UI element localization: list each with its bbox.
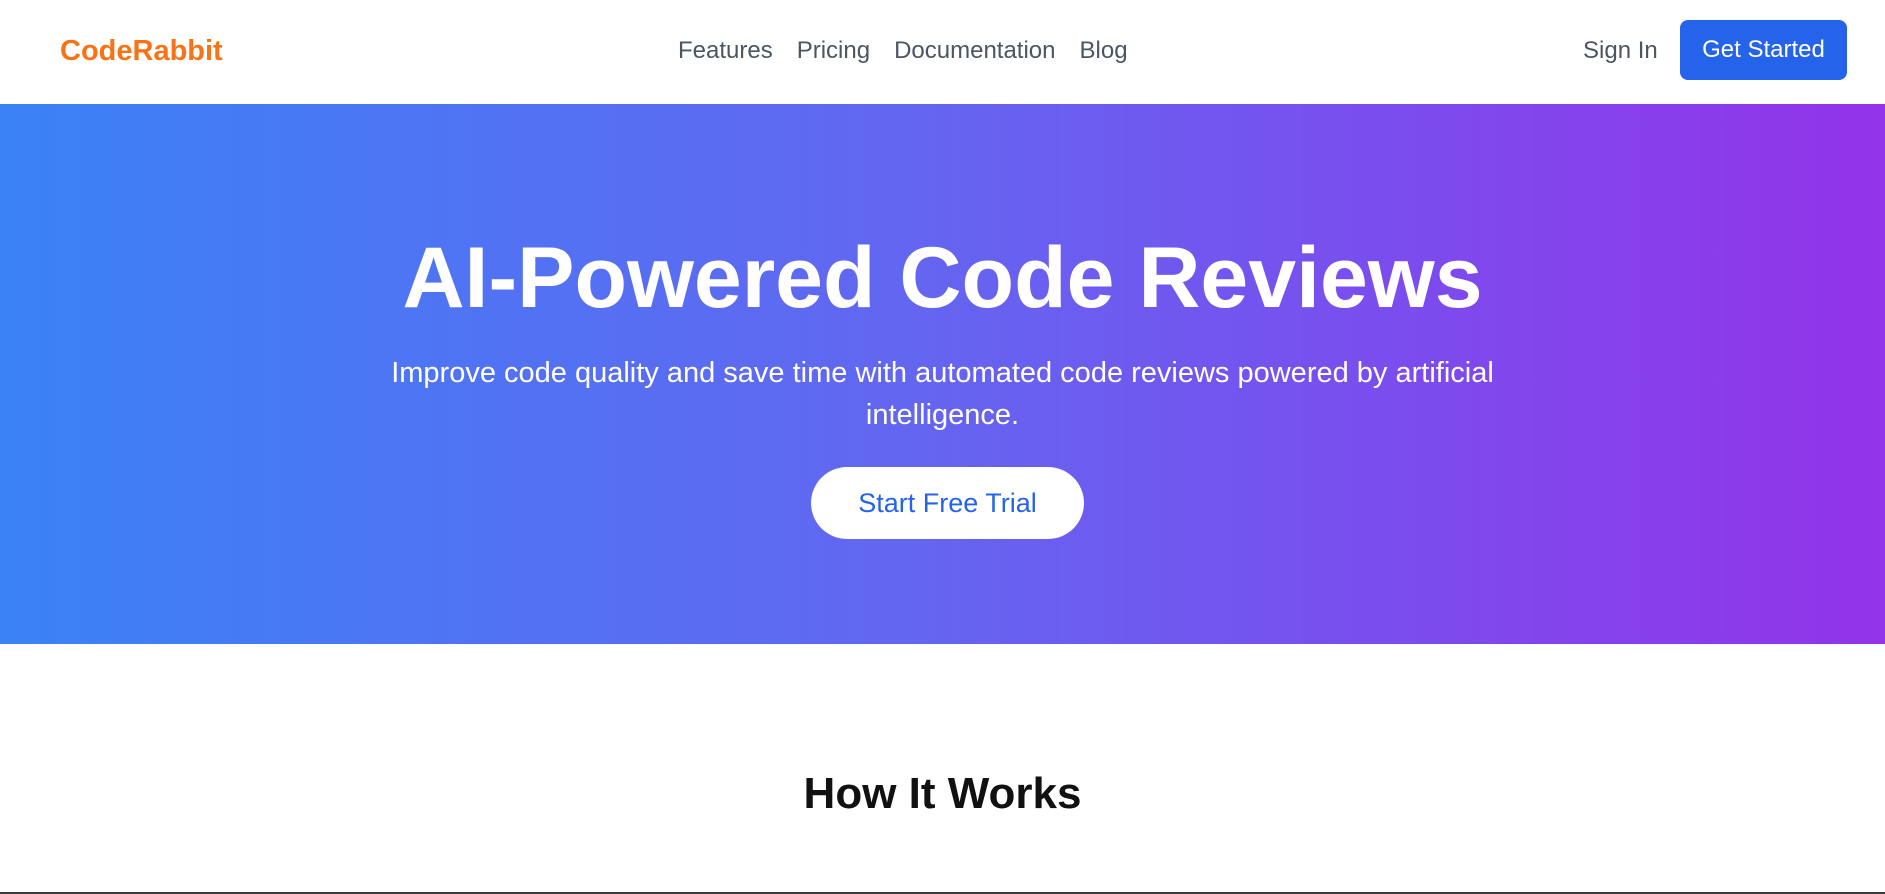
nav-link-blog[interactable]: Blog	[1080, 36, 1128, 66]
hero-section: AI-Powered Code Reviews Improve code qua…	[0, 104, 1885, 644]
sign-in-link[interactable]: Sign In	[1583, 36, 1658, 66]
logo[interactable]: CodeRabbit	[60, 34, 223, 68]
site-header: CodeRabbit Features Pricing Documentatio…	[0, 0, 1885, 104]
how-it-works-title: How It Works	[803, 769, 1082, 818]
hero-subtitle: Improve code quality and save time with …	[391, 357, 1494, 431]
nav-link-pricing[interactable]: Pricing	[797, 36, 870, 66]
hero-title: AI-Powered Code Reviews	[402, 230, 1483, 326]
get-started-button[interactable]: Get Started	[1680, 20, 1847, 80]
page: CodeRabbit Features Pricing Documentatio…	[0, 0, 1885, 894]
main-nav: Features Pricing Documentation Blog	[678, 36, 1128, 66]
nav-link-documentation[interactable]: Documentation	[894, 36, 1055, 66]
nav-link-features[interactable]: Features	[678, 36, 773, 66]
start-free-trial-button[interactable]: Start Free Trial	[811, 467, 1084, 539]
